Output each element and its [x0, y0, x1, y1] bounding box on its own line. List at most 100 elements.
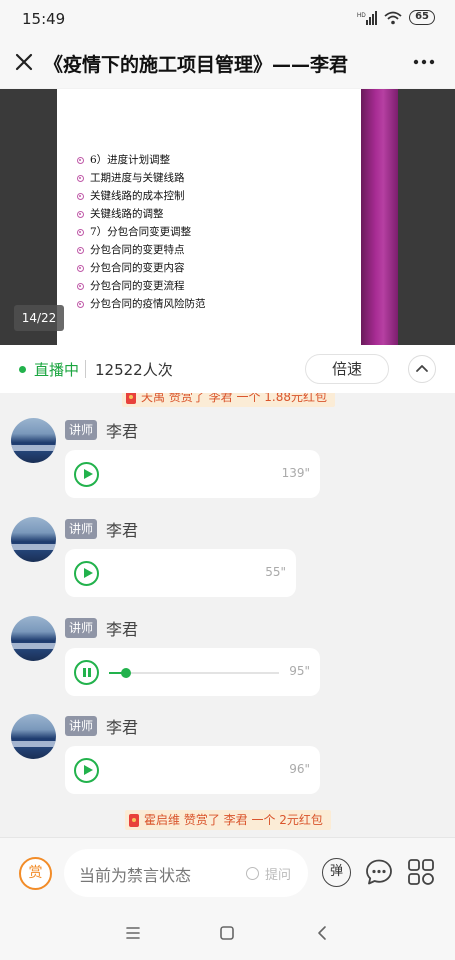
- play-icon[interactable]: [74, 561, 99, 586]
- ask-question-label: 提问: [265, 868, 292, 883]
- red-packet-icon: [129, 813, 139, 827]
- chat-area[interactable]: 天禹 赞赏了 李君 一个 1.88元红包 讲师 李君 139" 讲师 李君 55…: [0, 393, 455, 837]
- play-icon[interactable]: [74, 758, 99, 783]
- chat-message: 讲师 李君 96": [0, 712, 455, 802]
- slide-list-item-text: 分包合同的变更特点: [90, 244, 185, 256]
- slide-list-item: 分包合同的疫情风险防范: [77, 295, 206, 313]
- slide-list-item: 6）进度计划调整: [77, 151, 206, 169]
- gift-notice: 霍启维 赞赏了 李君 一个 2元红包: [125, 810, 331, 830]
- voice-duration: 96": [289, 762, 310, 776]
- avatar[interactable]: [11, 714, 56, 759]
- divider: [85, 360, 86, 378]
- slide-list-item: 7）分包合同变更调整: [77, 223, 206, 241]
- slide-list-item: 分包合同的变更特点: [77, 241, 206, 259]
- menu-icon[interactable]: [123, 923, 143, 943]
- bullet-icon: [77, 300, 84, 308]
- signal-icon: HD: [357, 10, 378, 25]
- gift-notice: 天禹 赞赏了 李君 一个 1.88元红包: [122, 393, 335, 407]
- avatar[interactable]: [11, 616, 56, 661]
- page-counter: 14/22: [14, 305, 64, 331]
- reward-button[interactable]: 赏: [19, 857, 52, 890]
- chevron-up-icon: [416, 365, 428, 372]
- slide-list-item-text: 分包合同的疫情风险防范: [90, 298, 206, 310]
- live-dot-icon: [19, 366, 26, 373]
- slide-list-item-text: 工期进度与关键线路: [90, 172, 185, 184]
- slide-content-list: 6）进度计划调整工期进度与关键线路 关键线路的成本控制 关键线路的调整 7）分包合同变…: [77, 151, 206, 313]
- sender-name: 李君: [106, 718, 139, 737]
- slide-list-item: 分包合同的变更流程: [77, 277, 206, 295]
- sender-name: 李君: [106, 422, 139, 441]
- title-bar: 《疫情下的施工项目管理》——李君: [0, 38, 455, 88]
- page-title: 《疫情下的施工项目管理》——李君: [44, 54, 349, 76]
- status-time: 15:49: [22, 10, 66, 28]
- collapse-button[interactable]: [408, 355, 436, 383]
- slide-list-item: 工期进度与关键线路: [77, 169, 206, 187]
- slide-list-item-text: 分包合同的变更内容: [90, 262, 185, 274]
- slide-list-item-text: 关键线路的调整: [90, 208, 164, 220]
- gift-notice-text: 天禹 赞赏了 李君 一个 1.88元红包: [141, 393, 327, 404]
- play-icon[interactable]: [74, 462, 99, 487]
- red-packet-icon: [126, 393, 136, 404]
- wifi-icon: [384, 11, 402, 24]
- slide-list-item: 分包合同的变更内容: [77, 259, 206, 277]
- status-bar: 15:49 HD 65: [0, 0, 455, 38]
- bullet-icon: [77, 192, 84, 200]
- gift-notice-text: 霍启维 赞赏了 李君 一个 2元红包: [144, 813, 323, 827]
- slide-list-item-text: 分包合同的变更流程: [90, 280, 185, 292]
- live-status-label: 直播中: [34, 361, 80, 379]
- slide-list-item-text: 关键线路的成本控制: [90, 190, 185, 202]
- status-icons: HD 65: [357, 10, 435, 25]
- voice-message-bubble[interactable]: 95": [65, 648, 320, 696]
- ask-question-radio[interactable]: [246, 867, 259, 880]
- slide-list-item-text: 7）分包合同变更调整: [90, 226, 192, 238]
- grid-menu-icon[interactable]: [407, 858, 435, 886]
- input-bar: 赏 当前为禁言状态 提问 弹: [0, 837, 455, 907]
- slide-list-item: 关键线路的调整: [77, 205, 206, 223]
- close-icon[interactable]: [12, 50, 36, 74]
- slide-decoration: [361, 89, 398, 345]
- live-status-bar: 直播中 12522人次 倍速: [0, 345, 455, 393]
- role-badge: 讲师: [65, 420, 98, 440]
- slide-page: 6）进度计划调整工期进度与关键线路 关键线路的成本控制 关键线路的调整 7）分包合同变…: [57, 89, 362, 345]
- voice-message-bubble[interactable]: 55": [65, 549, 296, 597]
- role-badge: 讲师: [65, 618, 98, 638]
- role-badge: 讲师: [65, 716, 98, 736]
- danmu-toggle-button[interactable]: 弹: [322, 858, 351, 887]
- bullet-icon: [77, 246, 84, 254]
- chat-message: 讲师 李君 95": [0, 614, 455, 704]
- slide-viewer[interactable]: 6）进度计划调整工期进度与关键线路 关键线路的成本控制 关键线路的调整 7）分包合同变…: [0, 89, 455, 345]
- voice-message-bubble[interactable]: 139": [65, 450, 320, 498]
- bullet-icon: [77, 210, 84, 218]
- back-icon[interactable]: [312, 923, 332, 943]
- chat-bubble-icon[interactable]: [365, 858, 393, 886]
- pause-icon[interactable]: [74, 660, 99, 685]
- comment-input[interactable]: 当前为禁言状态 提问: [64, 849, 308, 897]
- chat-message: 讲师 李君 139": [0, 416, 455, 506]
- voice-message-bubble[interactable]: 96": [65, 746, 320, 794]
- playback-speed-button[interactable]: 倍速: [305, 354, 389, 384]
- role-badge: 讲师: [65, 519, 98, 539]
- system-nav-bar: [0, 907, 455, 960]
- svg-text:HD: HD: [357, 13, 366, 19]
- input-placeholder: 当前为禁言状态: [79, 866, 192, 885]
- avatar[interactable]: [11, 418, 56, 463]
- bullet-icon: [77, 264, 84, 272]
- chat-message: 讲师 李君 55": [0, 515, 455, 605]
- battery-icon: 65: [409, 10, 435, 25]
- more-dots-icon[interactable]: [413, 52, 435, 72]
- avatar[interactable]: [11, 517, 56, 562]
- voice-duration: 139": [281, 466, 310, 480]
- voice-progress-bar[interactable]: [109, 668, 279, 678]
- sender-name: 李君: [106, 521, 139, 540]
- voice-duration: 55": [265, 565, 286, 579]
- slide-list-item-text: 6）进度计划调整: [90, 154, 171, 166]
- slide-list-item: 关键线路的成本控制: [77, 187, 206, 205]
- bullet-icon: [77, 282, 84, 290]
- voice-progress-knob[interactable]: [121, 668, 131, 678]
- bullet-icon: [77, 228, 84, 236]
- bullet-icon: [77, 156, 84, 164]
- home-square-icon[interactable]: [217, 923, 237, 943]
- voice-duration: 95": [289, 664, 310, 678]
- viewer-count: 12522人次: [95, 361, 173, 379]
- sender-name: 李君: [106, 620, 139, 639]
